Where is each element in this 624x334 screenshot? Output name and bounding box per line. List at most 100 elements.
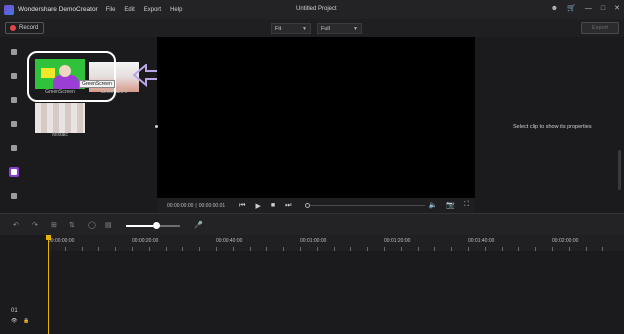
quality-select[interactable]: Full ▼: [317, 23, 362, 34]
track-controls: 👁 🔒: [11, 318, 30, 324]
ruler-label: 00:01:20:00: [384, 238, 411, 244]
mosaic-label: Mosaic: [52, 132, 68, 138]
split-icon[interactable]: ⇅: [69, 221, 75, 229]
ruler-tick: [585, 247, 587, 251]
timeline-area[interactable]: 00:00:00:00 00:00:20:00 00:00:40:00 00:01:0…: [48, 235, 624, 334]
timeline-ruler[interactable]: 00:00:00:00 00:00:20:00 00:00:40:00 00:01:0…: [48, 235, 624, 251]
export-label: Export: [592, 25, 608, 31]
tool-rail: [0, 37, 28, 213]
sticker-icon[interactable]: [9, 119, 19, 129]
ruler-tick: [434, 247, 436, 251]
fit-select-value: Fit: [275, 25, 282, 32]
crop-icon[interactable]: ⊞: [51, 221, 57, 229]
preview-canvas: [157, 37, 475, 198]
menu-edit[interactable]: Edit: [124, 7, 134, 13]
ruler-tick: [501, 247, 503, 251]
title-bar: Wondershare DemoCreator File Edit Export…: [0, 0, 624, 19]
minimize-icon[interactable]: —: [585, 4, 592, 14]
ruler-tick: [400, 247, 402, 251]
eye-icon[interactable]: 👁: [11, 318, 17, 324]
ruler-label: 00:01:40:00: [468, 238, 495, 244]
ruler-tick: [199, 247, 201, 251]
stop-icon[interactable]: ■: [271, 202, 275, 209]
record-label: Record: [19, 25, 39, 31]
menu-help[interactable]: Help: [170, 7, 182, 13]
player-right-controls: 🔈 📷 ⛶: [429, 201, 469, 209]
ruler-tick: [98, 247, 100, 251]
cart-icon[interactable]: 🛒: [567, 4, 576, 14]
properties-scrollbar[interactable]: [618, 150, 621, 190]
zoom-slider-knob[interactable]: [153, 222, 160, 229]
ruler-tick: [249, 247, 251, 251]
mosaic-thumbnail[interactable]: [35, 103, 85, 133]
export-button[interactable]: Export: [581, 22, 619, 34]
record-button[interactable]: Record: [5, 22, 44, 34]
ruler-label: 00:02:00:00: [552, 238, 579, 244]
menu-export[interactable]: Export: [144, 7, 161, 13]
project-title: Untitled Project: [296, 6, 337, 12]
folder-icon[interactable]: [9, 47, 19, 57]
panel-resize-handle[interactable]: [155, 125, 158, 128]
ruler-tick: [333, 247, 335, 251]
ruler-tick: [115, 247, 117, 251]
transition-icon[interactable]: [9, 143, 19, 153]
pin-icon[interactable]: [9, 191, 19, 201]
record-dot-icon: [10, 25, 16, 31]
undo-icon[interactable]: ↶: [13, 221, 19, 229]
chevron-down-icon: ▼: [302, 26, 307, 32]
ruler-tick: [64, 247, 66, 251]
snapshot-icon[interactable]: 📷: [446, 201, 455, 209]
microphone-icon[interactable]: 🎤: [194, 221, 203, 229]
menu-bar: File Edit Export Help: [106, 7, 192, 13]
volume-icon[interactable]: 🔈: [429, 201, 438, 209]
ruler-label: 00:01:00:00: [300, 238, 327, 244]
ruler-tick: [283, 247, 285, 251]
caption-track-icon[interactable]: ▤: [105, 221, 112, 229]
window-controls: ☻ 🛒 — □ ✕: [551, 4, 620, 14]
maximize-icon[interactable]: □: [601, 4, 605, 14]
effects-icon[interactable]: [9, 167, 19, 177]
ruler-tick: [552, 247, 553, 251]
ruler-tick: [367, 247, 369, 251]
previous-frame-icon[interactable]: ⏮: [239, 202, 245, 210]
fullscreen-icon[interactable]: ⛶: [464, 201, 469, 209]
app-name: Wondershare DemoCreator: [18, 6, 98, 13]
redo-icon[interactable]: ↷: [32, 221, 38, 229]
current-time: 00:00:00:00: [167, 202, 194, 209]
next-frame-icon[interactable]: ⏭: [285, 202, 291, 210]
highlight-circle: [27, 51, 116, 102]
ruler-tick: [232, 247, 234, 251]
total-time: 00:00:00:01: [198, 202, 226, 209]
ruler-tick: [216, 247, 217, 251]
ruler-tick: [535, 247, 537, 251]
ruler-tick: [417, 247, 419, 251]
ruler-tick: [148, 247, 150, 251]
caption-icon[interactable]: [9, 95, 19, 105]
ruler-tick: [350, 247, 352, 251]
ruler-tick: [518, 247, 520, 251]
ruler-tick: [602, 247, 604, 251]
fit-select[interactable]: Fit ▼: [271, 23, 311, 34]
timeline-toolbar: ↶ ↷ ⊞ ⇅ ◯ ▤ 🎤: [0, 213, 624, 235]
marker-icon[interactable]: ◯: [88, 221, 96, 229]
app-logo: [4, 4, 14, 15]
lock-icon[interactable]: 🔒: [23, 318, 29, 324]
progress-knob[interactable]: [305, 203, 310, 208]
play-icon[interactable]: ▶: [255, 202, 260, 210]
text-icon[interactable]: [9, 71, 19, 81]
ruler-tick: [132, 247, 133, 251]
progress-track[interactable]: [305, 205, 425, 206]
ruler-label: 00:00:20:00: [132, 238, 159, 244]
account-icon[interactable]: ☻: [551, 4, 558, 14]
ruler-label: 00:00:40:00: [216, 238, 243, 244]
close-icon[interactable]: ✕: [614, 4, 620, 14]
properties-placeholder: Select clip to show its properties: [513, 124, 592, 130]
ruler-tick: [165, 247, 167, 251]
ruler-tick: [182, 247, 184, 251]
playhead-handle[interactable]: [46, 235, 51, 240]
properties-panel: Select clip to show its properties: [475, 37, 624, 213]
top-toolbar: Record Fit ▼ Full ▼ Export: [0, 19, 624, 37]
menu-file[interactable]: File: [106, 7, 116, 13]
tooltip: GreenScreen: [79, 80, 115, 88]
playhead[interactable]: [48, 235, 49, 334]
